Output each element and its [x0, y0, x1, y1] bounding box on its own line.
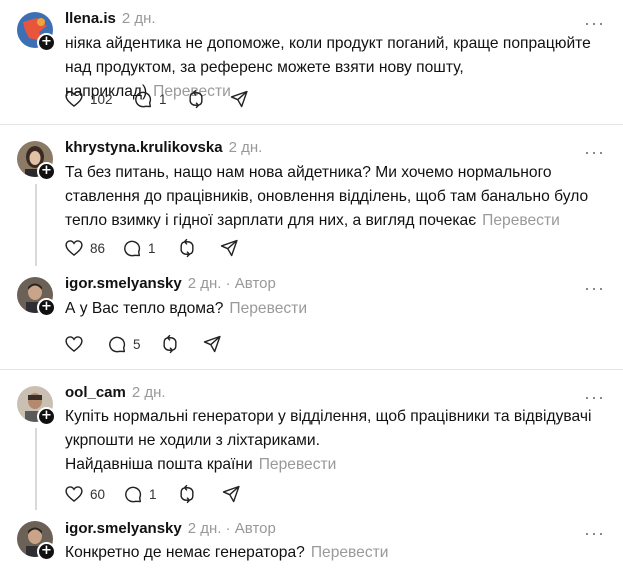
repost-icon [180, 484, 194, 504]
post-header: llena.is 2 дн. [65, 10, 156, 27]
author-badge: Автор [234, 275, 276, 292]
avatar[interactable]: + [17, 277, 56, 317]
like-button[interactable] [64, 332, 84, 356]
timestamp[interactable]: 2 дн. [188, 520, 222, 537]
follow-plus-icon[interactable]: + [37, 298, 56, 317]
repost-button[interactable] [186, 87, 206, 111]
heart-icon [65, 336, 83, 352]
username[interactable]: igor.smelyansky [65, 275, 182, 292]
post-text-content: Конкретно де немає генератора? [65, 544, 305, 561]
heart-icon [65, 486, 83, 502]
author-badge: Автор [234, 520, 276, 537]
post-text-content: Найдавніша пошта країни [65, 456, 253, 473]
author-separator: · [221, 275, 235, 292]
timestamp[interactable]: 2 дн. [229, 139, 263, 156]
post-header: igor.smelyansky 2 дн. · Автор [65, 520, 276, 537]
post-header: khrystyna.krulikovska 2 дн. [65, 139, 262, 156]
repost-icon [180, 238, 194, 258]
heart-icon [65, 91, 83, 107]
repost-button[interactable] [177, 236, 197, 260]
more-icon[interactable]: ··· [584, 388, 605, 406]
reply-icon [125, 486, 142, 503]
reply-icon [109, 336, 126, 353]
like-button[interactable]: 60 [64, 482, 105, 506]
reply-count: 1 [149, 486, 157, 502]
username[interactable]: khrystyna.krulikovska [65, 139, 223, 156]
username[interactable]: llena.is [65, 10, 116, 27]
post-text-content: Купіть нормальні генератори у відділення… [65, 408, 592, 449]
like-button[interactable]: 86 [64, 236, 105, 260]
reply-button[interactable]: 5 [107, 332, 141, 356]
avatar[interactable]: + [17, 12, 56, 52]
more-icon[interactable]: ··· [584, 14, 605, 32]
share-icon [220, 239, 238, 257]
like-count: 86 [90, 240, 106, 256]
more-icon[interactable]: ··· [584, 524, 605, 542]
timestamp[interactable]: 2 дн. [122, 10, 156, 27]
repost-icon [163, 334, 177, 354]
username[interactable]: igor.smelyansky [65, 520, 182, 537]
follow-plus-icon[interactable]: + [37, 162, 56, 181]
like-count: 60 [90, 486, 106, 502]
divider [0, 369, 623, 370]
share-icon [203, 335, 221, 353]
follow-plus-icon[interactable]: + [37, 407, 56, 426]
more-icon[interactable]: ··· [584, 143, 605, 161]
avatar[interactable]: + [17, 386, 56, 426]
timestamp[interactable]: 2 дн. [132, 384, 166, 401]
timestamp[interactable]: 2 дн. [188, 275, 222, 292]
more-icon[interactable]: ··· [584, 279, 605, 297]
repost-button[interactable] [177, 482, 197, 506]
reply-count: 5 [133, 336, 141, 352]
thread-line [35, 184, 37, 266]
author-separator: · [221, 520, 235, 537]
reply-button[interactable]: 1 [133, 87, 167, 111]
reply-count: 1 [159, 91, 167, 107]
share-button[interactable] [229, 87, 249, 111]
share-icon [222, 485, 240, 503]
post-header: ool_cam 2 дн. [65, 384, 166, 401]
translate-link[interactable]: Перевести [259, 456, 337, 473]
heart-icon [65, 240, 83, 256]
like-count: 102 [90, 91, 113, 107]
share-button[interactable] [202, 332, 222, 356]
share-button[interactable] [221, 482, 241, 506]
post-text-line: Найдавніша пошта країни Перевести [65, 453, 610, 477]
repost-button[interactable] [160, 332, 180, 356]
repost-icon [189, 89, 203, 109]
reply-button[interactable]: 1 [123, 482, 157, 506]
post-text-content: А у Вас тепло вдома? [65, 300, 224, 317]
post-text: А у Вас тепло вдома? Перевести [65, 297, 610, 321]
reply-icon [135, 91, 152, 108]
post-text: Купіть нормальні генератори у відділення… [65, 405, 610, 477]
avatar[interactable]: + [17, 521, 56, 561]
translate-link[interactable]: Перевести [482, 212, 560, 229]
username[interactable]: ool_cam [65, 384, 126, 401]
divider [0, 124, 623, 125]
translate-link[interactable]: Перевести [229, 300, 307, 317]
reply-count: 1 [148, 240, 156, 256]
share-icon [230, 90, 248, 108]
follow-plus-icon[interactable]: + [37, 542, 56, 561]
avatar[interactable]: + [17, 141, 56, 181]
translate-link[interactable]: Перевести [311, 544, 389, 561]
post-text: Конкретно де немає генератора? Перевести [65, 541, 610, 565]
like-button[interactable]: 102 [64, 87, 113, 111]
follow-plus-icon[interactable]: + [37, 33, 56, 52]
post-text: Та без питань, нащо нам нова айдетника? … [65, 161, 610, 233]
post-header: igor.smelyansky 2 дн. · Автор [65, 275, 276, 292]
reply-icon [124, 240, 141, 257]
reply-button[interactable]: 1 [122, 236, 156, 260]
thread-line [35, 428, 37, 510]
share-button[interactable] [219, 236, 239, 260]
